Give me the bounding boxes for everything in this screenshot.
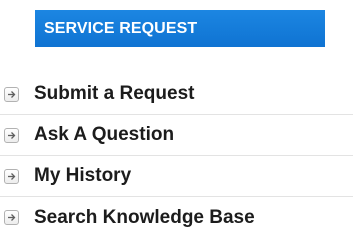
section-header: SERVICE REQUEST bbox=[35, 10, 325, 47]
menu-item-label: Submit a Request bbox=[34, 83, 195, 104]
arrow-right-icon bbox=[4, 168, 19, 184]
menu-item-my-history[interactable]: My History bbox=[0, 156, 353, 197]
service-request-panel: SERVICE REQUEST Submit a Request Ask A Q… bbox=[0, 0, 353, 240]
arrow-right-icon bbox=[4, 210, 19, 225]
arrow-right-icon bbox=[4, 127, 19, 143]
menu-item-label: Ask A Question bbox=[34, 124, 175, 145]
section-title: SERVICE REQUEST bbox=[44, 19, 198, 37]
menu-item-label: My History bbox=[34, 165, 132, 186]
menu-item-search-knowledge-base[interactable]: Search Knowledge Base bbox=[0, 197, 353, 238]
menu-item-label: Search Knowledge Base bbox=[34, 206, 255, 228]
menu-item-submit-a-request[interactable]: Submit a Request bbox=[0, 74, 353, 115]
arrow-right-icon bbox=[4, 86, 19, 102]
service-request-menu: Submit a Request Ask A Question My Histo… bbox=[0, 74, 353, 238]
menu-item-ask-a-question[interactable]: Ask A Question bbox=[0, 115, 353, 156]
